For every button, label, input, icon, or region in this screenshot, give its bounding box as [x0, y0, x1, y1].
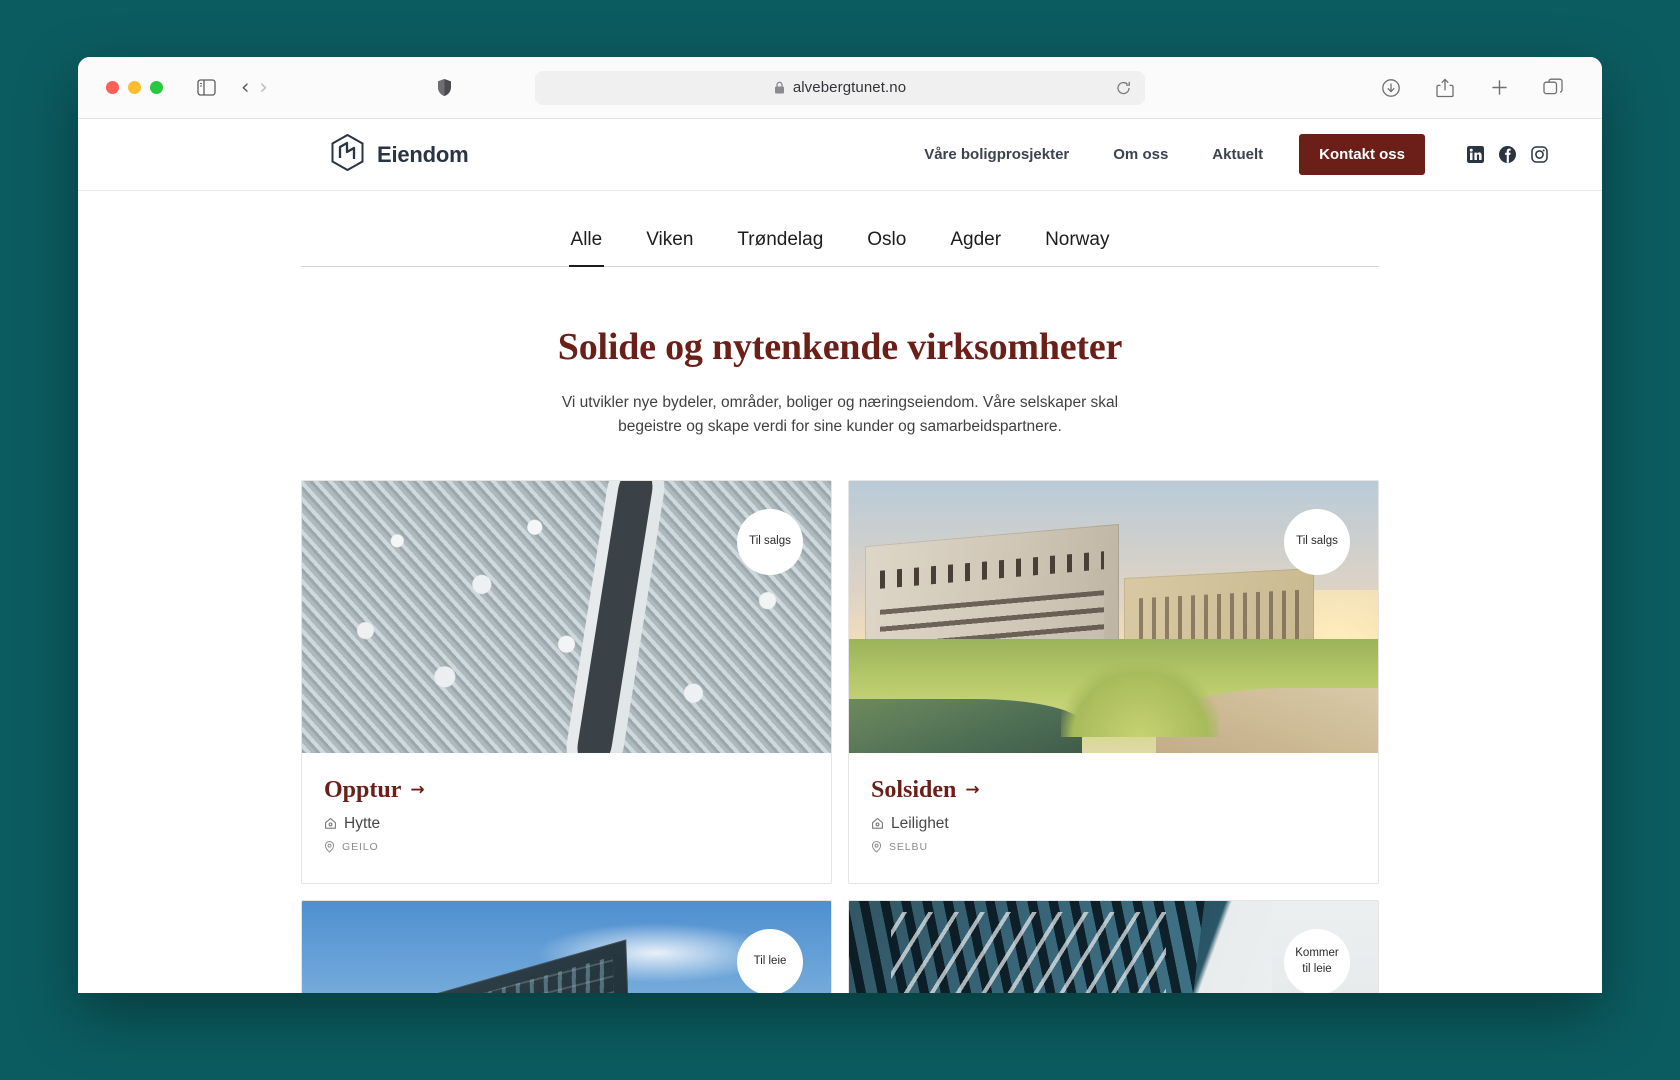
reload-icon[interactable]: [1116, 80, 1131, 95]
project-card[interactable]: Til salgs Opptur → Hytte GEILO: [301, 479, 832, 884]
home-icon: [324, 817, 337, 830]
project-card[interactable]: Til leie: [301, 899, 832, 993]
project-card[interactable]: Til salgs Solsiden → Leilighet SELBU: [848, 479, 1379, 884]
card-title: Solsiden: [871, 776, 957, 803]
instagram-icon[interactable]: [1531, 146, 1548, 163]
new-tab-icon[interactable]: [1482, 71, 1516, 105]
nav-item-boligprosjekter[interactable]: Våre boligprosjekter: [902, 146, 1091, 163]
card-body: Opptur → Hytte GEILO: [302, 753, 831, 883]
tab-viken[interactable]: Viken: [624, 229, 715, 266]
sidebar-toggle-icon[interactable]: [189, 71, 223, 105]
browser-toolbar: ‹ › alvebergtunet.no: [78, 57, 1602, 119]
card-type-row: Leilighet: [871, 815, 1356, 833]
map-pin-icon: [871, 840, 882, 853]
lock-icon: [774, 81, 785, 94]
home-icon: [871, 817, 884, 830]
forward-button[interactable]: ›: [259, 77, 267, 98]
card-location-label: GEILO: [342, 840, 379, 853]
privacy-shield-icon[interactable]: [428, 71, 462, 105]
project-card[interactable]: Kommer til leie: [848, 899, 1379, 993]
tab-agder[interactable]: Agder: [928, 229, 1023, 266]
page-title: Solide og nytenkende virksomheter: [557, 326, 1123, 368]
page-content: Alle Viken Trøndelag Oslo Agder Norway S…: [78, 191, 1602, 993]
social-links: [1467, 146, 1548, 163]
maximize-window-button[interactable]: [150, 81, 163, 94]
card-image: Til salgs: [302, 480, 831, 753]
site-header: Eiendom Våre boligprosjekter Om oss Aktu…: [78, 119, 1602, 191]
status-badge: Kommer til leie: [1284, 928, 1350, 993]
facebook-icon[interactable]: [1499, 146, 1516, 163]
tab-oslo[interactable]: Oslo: [845, 229, 928, 266]
nav-item-aktuelt[interactable]: Aktuelt: [1190, 146, 1285, 163]
hexagon-logo-icon: [331, 133, 364, 176]
browser-window: ‹ › alvebergtunet.no Eiendom Våre boligp…: [78, 57, 1602, 993]
region-filter-tabs: Alle Viken Trøndelag Oslo Agder Norway: [301, 191, 1379, 267]
contact-button[interactable]: Kontakt oss: [1299, 134, 1425, 175]
map-pin-icon: [324, 840, 335, 853]
main-navigation: Våre boligprosjekter Om oss Aktuelt Kont…: [902, 134, 1554, 175]
card-location-row: GEILO: [324, 841, 809, 853]
close-window-button[interactable]: [106, 81, 119, 94]
back-button[interactable]: ‹: [241, 77, 249, 98]
card-title: Opptur: [324, 776, 402, 803]
card-image: Til leie: [302, 900, 831, 993]
card-image: Kommer til leie: [849, 900, 1378, 993]
card-type-label: Hytte: [344, 814, 381, 832]
linkedin-icon[interactable]: [1467, 146, 1484, 163]
url-text: alvebergtunet.no: [792, 79, 907, 96]
page-subtitle: Vi utvikler nye bydeler, områder, bolige…: [561, 394, 1119, 436]
address-bar[interactable]: alvebergtunet.no: [535, 70, 1145, 105]
tab-trondelag[interactable]: Trøndelag: [715, 229, 845, 266]
nav-item-om-oss[interactable]: Om oss: [1091, 146, 1190, 163]
card-type-label: Leilighet: [891, 814, 949, 832]
card-location-row: SELBU: [871, 841, 1356, 853]
arrow-right-icon: →: [965, 780, 980, 801]
arrow-right-icon: →: [410, 780, 425, 801]
card-title-row[interactable]: Opptur →: [324, 777, 809, 804]
card-type-row: Hytte: [324, 815, 809, 833]
site-logo[interactable]: Eiendom: [331, 133, 469, 176]
downloads-icon[interactable]: [1374, 71, 1408, 105]
share-icon[interactable]: [1428, 71, 1462, 105]
status-badge: Til leie: [737, 928, 803, 993]
window-traffic-lights: [106, 81, 163, 94]
brand-name: Eiendom: [377, 141, 469, 167]
status-badge: Til salgs: [737, 508, 803, 575]
card-location-label: SELBU: [889, 840, 928, 853]
card-body: Solsiden → Leilighet SELBU: [849, 753, 1378, 883]
status-badge: Til salgs: [1284, 508, 1350, 575]
tab-alle[interactable]: Alle: [549, 229, 625, 267]
card-image: Til salgs: [849, 480, 1378, 753]
minimize-window-button[interactable]: [128, 81, 141, 94]
tab-overview-icon[interactable]: [1536, 71, 1570, 105]
project-grid: Til salgs Opptur → Hytte GEILO Til salgs…: [301, 479, 1379, 993]
tab-norway[interactable]: Norway: [1023, 229, 1131, 266]
card-title-row[interactable]: Solsiden →: [871, 777, 1356, 804]
